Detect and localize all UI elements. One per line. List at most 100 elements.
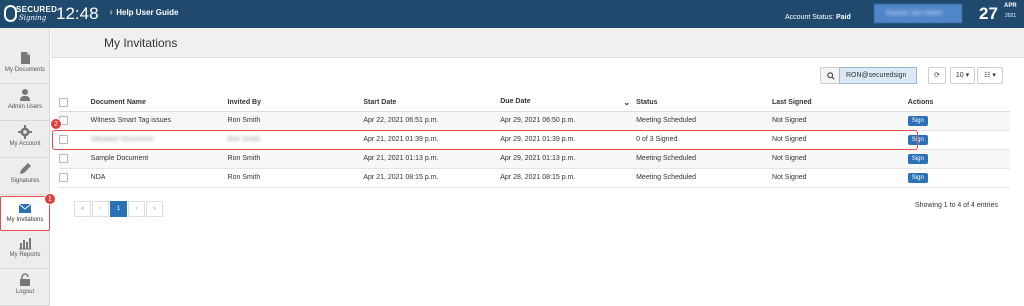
last-signed: Not Signed <box>771 111 908 131</box>
search-input[interactable]: RON@securedsign <box>839 67 917 84</box>
status: Meeting Scheduled <box>636 111 772 131</box>
row-checkbox[interactable] <box>59 154 68 163</box>
sidebar-item-label: My Account <box>9 141 41 147</box>
status: Meeting Scheduled <box>636 168 772 188</box>
document-name[interactable]: Sample Document <box>90 149 228 169</box>
sign-button[interactable]: Sign <box>907 153 928 164</box>
row-checkbox[interactable] <box>59 173 68 182</box>
document-name[interactable]: NDA <box>90 168 228 188</box>
logo[interactable]: SECURED Signing <box>4 4 57 24</box>
column-header[interactable]: Due Date ⌄ <box>500 95 637 112</box>
sidebar-item-my-account[interactable]: My Account <box>0 121 50 158</box>
columns-toggle-button[interactable]: ☷ ▾ <box>977 67 1003 84</box>
sidebar-item-signatures[interactable]: Signatures <box>0 158 50 195</box>
account-status: Account Status: Paid <box>785 14 851 21</box>
date-day: 27 <box>979 4 998 23</box>
sign-button[interactable]: Sign <box>907 115 928 126</box>
sidebar-item-my-reports[interactable]: My Reports <box>0 232 50 269</box>
sidebar-item-admin-users[interactable]: Admin Users <box>0 84 50 121</box>
due-date: Apr 28, 2021 08:15 p.m. <box>500 168 637 188</box>
refresh-button[interactable]: ⟳ <box>928 67 946 84</box>
logo-text: SECURED <box>16 5 58 14</box>
clock: 12:48 <box>56 4 99 23</box>
sidebar-item-label: Logout <box>15 289 35 295</box>
sidebar-item-my-invitations[interactable]: My Invitations <box>0 196 50 231</box>
select-all-cell <box>59 95 91 112</box>
document-name[interactable]: Witness Smart Tag issues <box>90 111 228 131</box>
due-date: Apr 29, 2021 06:50 p.m. <box>500 111 637 131</box>
prev-page-button[interactable]: ‹ <box>92 201 109 217</box>
column-header[interactable]: Document Name <box>90 95 228 112</box>
row-select-cell <box>59 111 91 131</box>
step-badge: 1 <box>44 193 56 205</box>
sidebar-item-my-documents[interactable]: My Documents <box>0 47 50 84</box>
table-row[interactable]: Witness Smart Tag issues Ron Smith Apr 2… <box>59 111 1010 131</box>
search-icon <box>827 72 835 80</box>
top-bar: SECURED Signing 12:48 ♀ Help User Guide … <box>0 0 1024 28</box>
column-header[interactable]: Start Date <box>363 95 501 112</box>
sidebar-item-logout[interactable]: Logout <box>0 269 50 306</box>
gear-icon <box>18 125 32 139</box>
table-header-row: Document Name Invited By Start Date Due … <box>59 95 1010 112</box>
lock-icon <box>20 273 30 286</box>
invited-by: Ron Smith <box>227 168 364 188</box>
actions-cell: Sign <box>907 111 1010 131</box>
row-select-cell <box>59 168 91 188</box>
invited-by: Ron Smith <box>227 111 364 131</box>
account-status-label: Account Status: <box>785 14 835 21</box>
next-page-button[interactable]: › <box>128 201 145 217</box>
search-button[interactable] <box>820 67 840 84</box>
page-title: My Invitations <box>104 36 178 50</box>
user-name: Maxine Van Halen <box>886 10 943 17</box>
page-button-current[interactable]: 1 <box>110 201 127 217</box>
sidebar-item-label: My Documents <box>4 67 45 73</box>
table-row[interactable]: NDA Ron Smith Apr 21, 2021 08:15 p.m. Ap… <box>59 168 1010 188</box>
account-status-value: Paid <box>835 14 851 21</box>
sort-desc-icon: ⌄ <box>623 98 631 108</box>
date-month: APR <box>1004 3 1017 9</box>
lightbulb-icon: ♀ <box>108 8 114 17</box>
actions-cell: Sign <box>907 168 1010 188</box>
start-date: Apr 21, 2021 01:13 p.m. <box>363 149 501 169</box>
entries-summary: Showing 1 to 4 of 4 entries <box>915 202 998 209</box>
help-user-guide-link[interactable]: ♀ Help User Guide <box>108 8 178 17</box>
last-page-button[interactable]: » <box>146 201 163 217</box>
sidebar-item-label: My Invitations <box>6 217 44 223</box>
column-header[interactable]: Last Signed <box>771 95 908 112</box>
status: Meeting Scheduled <box>636 149 772 169</box>
column-header-label: Due Date <box>500 98 531 106</box>
user-icon <box>20 89 30 101</box>
page-header: My Invitations <box>51 28 1024 58</box>
help-label: Help User Guide <box>116 8 179 17</box>
pencil-icon <box>20 163 31 174</box>
last-signed: Not Signed <box>771 149 908 169</box>
table-row[interactable]: Sample Document Ron Smith Apr 21, 2021 0… <box>59 149 1010 169</box>
page-size-value: 10 <box>955 72 964 79</box>
sidebar-item-label: My Reports <box>9 252 41 258</box>
last-signed: Not Signed <box>771 168 908 188</box>
select-all-checkbox[interactable] <box>59 98 68 108</box>
sidebar-item-label: Admin Users <box>7 104 43 110</box>
column-header[interactable]: Status <box>636 95 772 112</box>
date-year: 2021 <box>1005 13 1017 19</box>
column-header: Actions <box>907 95 1010 112</box>
invited-by: Ron Smith <box>227 149 364 169</box>
sidebar: My Documents Admin Users My Account Sign… <box>0 28 50 306</box>
actions-cell: Sign <box>907 130 1010 150</box>
sign-button[interactable]: Sign <box>907 172 928 183</box>
start-date: Apr 22, 2021 06:51 p.m. <box>363 111 501 131</box>
start-date: Apr 21, 2021 08:15 p.m. <box>363 168 501 188</box>
caret-down-icon: ▾ <box>990 72 996 79</box>
row-highlight-box <box>52 130 918 150</box>
due-date: Apr 29, 2021 01:13 p.m. <box>500 149 637 169</box>
envelope-icon <box>18 203 32 213</box>
bar-chart-icon <box>19 238 31 250</box>
page-size-select[interactable]: 10 ▾ <box>950 67 975 84</box>
refresh-icon: ⟳ <box>934 72 940 79</box>
caret-down-icon: ▾ <box>963 72 970 79</box>
actions-cell: Sign <box>907 149 1010 169</box>
first-page-button[interactable]: « <box>74 201 91 217</box>
user-menu[interactable]: Maxine Van Halen <box>874 4 962 23</box>
column-header[interactable]: Invited By <box>227 95 364 112</box>
row-select-cell <box>59 149 91 169</box>
